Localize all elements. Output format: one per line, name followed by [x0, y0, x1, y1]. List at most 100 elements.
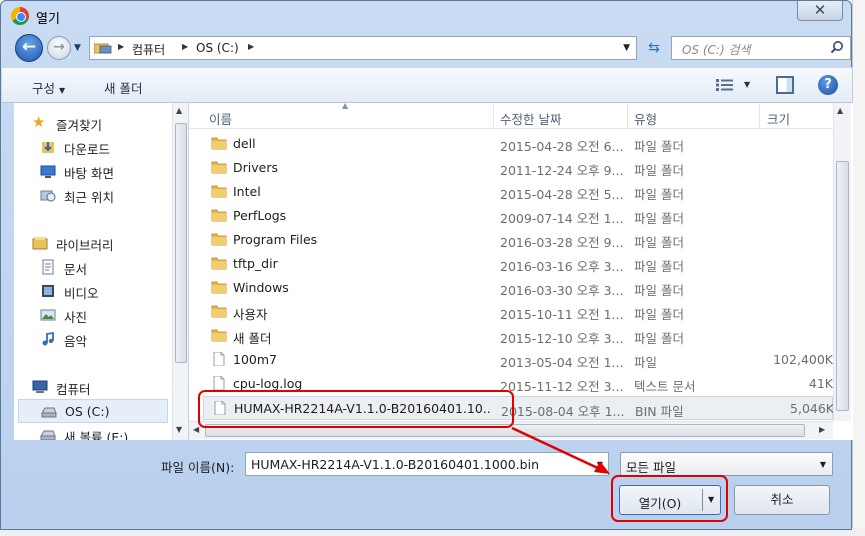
new-folder-button[interactable]: 새 폴더 — [104, 78, 142, 97]
file-row[interactable]: Windows 2016-03-30 오후 3... 파일 폴더 — [203, 276, 833, 300]
nav-item-documents[interactable]: 문서 — [40, 255, 186, 279]
nav-item-label: OS (C:) — [65, 404, 110, 419]
breadcrumb-arrow-icon[interactable]: ▶ — [118, 42, 124, 51]
folder-icon — [211, 161, 227, 174]
file-row[interactable]: 100m7 2013-05-04 오전 1... 파일 102,400K — [203, 348, 833, 372]
breadcrumb-drive-c[interactable]: OS (C:) — [196, 41, 239, 55]
forward-button[interactable]: → — [47, 36, 71, 60]
column-type[interactable]: 유형 — [634, 109, 657, 128]
file-date: 2015-10-11 오전 1... — [500, 307, 624, 322]
nav-item-desktop[interactable]: 바탕 화면 — [40, 159, 186, 183]
file-name: dell — [233, 136, 256, 151]
nav-item-downloads[interactable]: 다운로드 — [40, 135, 186, 159]
file-type: 파일 폴더 — [634, 331, 684, 346]
navigation-pane: ★ 즐겨찾기 다운로드 바탕 화면 최근 위치 라이브러리 문서 비디오 사진 … — [14, 103, 187, 440]
filename-dropdown-icon[interactable]: ▼ — [597, 460, 603, 469]
nav-libraries[interactable]: 라이브러리 — [32, 231, 186, 255]
file-row[interactable]: 새 폴더 2015-12-10 오후 3... 파일 폴더 — [203, 324, 833, 348]
filetype-select[interactable]: 모든 파일 ▼ — [620, 452, 833, 476]
vertical-scroll-thumb[interactable] — [836, 161, 849, 411]
organize-button[interactable]: 구성 ▼ — [32, 78, 65, 97]
scroll-up-icon[interactable]: ▲ — [837, 106, 843, 115]
recent-pages-dropdown-icon[interactable]: ▼ — [74, 43, 81, 53]
file-name: 새 폴더 — [233, 331, 272, 346]
folder-icon — [211, 185, 227, 198]
nav-pane-scrollbar[interactable]: ▲ ▼ — [172, 103, 188, 440]
videos-icon — [42, 285, 54, 297]
file-row[interactable]: tftp_dir 2016-03-16 오후 3... 파일 폴더 — [203, 252, 833, 276]
breadcrumb-arrow-icon[interactable]: ▶ — [248, 42, 254, 51]
filename-input[interactable]: HUMAX-HR2214A-V1.1.0-B20160401.1000.bin … — [245, 452, 609, 476]
folder-icon — [211, 281, 227, 294]
file-date: 2015-08-04 오후 1... — [501, 404, 625, 419]
column-name[interactable]: 이름 — [209, 109, 232, 128]
search-input[interactable]: OS (C:) 검색 — [671, 36, 851, 60]
file-type: 텍스트 문서 — [634, 379, 696, 394]
nav-computer[interactable]: 컴퓨터 — [32, 375, 186, 399]
file-date: 2016-03-28 오전 9... — [500, 235, 624, 250]
nav-item-drive-c[interactable]: OS (C:) — [18, 399, 168, 423]
breadcrumb-computer[interactable]: 컴퓨터 — [132, 41, 165, 58]
back-button[interactable]: ← — [15, 34, 43, 62]
file-row[interactable]: Program Files 2016-03-28 오전 9... 파일 폴더 — [203, 228, 833, 252]
nav-favorites[interactable]: ★ 즐겨찾기 — [32, 111, 186, 135]
nav-scroll-thumb[interactable] — [175, 123, 187, 363]
chevron-down-icon: ▼ — [59, 86, 66, 95]
nav-libraries-label: 라이브러리 — [56, 238, 114, 253]
column-date[interactable]: 수정한 날짜 — [500, 109, 561, 128]
pictures-icon — [40, 309, 56, 321]
column-divider[interactable] — [759, 103, 760, 129]
file-row[interactable]: 사용자 2015-10-11 오전 1... 파일 폴더 — [203, 300, 833, 324]
scroll-right-icon[interactable]: ▶ — [819, 425, 825, 434]
refresh-icon[interactable]: ⇆ — [641, 37, 667, 59]
nav-item-music[interactable]: 음악 — [40, 327, 186, 351]
computer-icon — [32, 380, 48, 393]
nav-item-label: 새 볼륨 (E:) — [64, 430, 129, 440]
nav-item-videos[interactable]: 비디오 — [40, 279, 186, 303]
file-row[interactable]: Drivers 2011-12-24 오후 9... 파일 폴더 — [203, 156, 833, 180]
cancel-button[interactable]: 취소 — [734, 485, 830, 515]
file-row[interactable]: PerfLogs 2009-07-14 오전 1... 파일 폴더 — [203, 204, 833, 228]
file-date: 2015-12-10 오후 3... — [500, 331, 624, 346]
file-type: 파일 — [634, 355, 658, 370]
file-type: 파일 폴더 — [634, 307, 684, 322]
column-header-row: ▲ 이름 수정한 날짜 유형 크기 — [189, 101, 834, 129]
file-icon — [213, 352, 225, 366]
column-size[interactable]: 크기 — [767, 109, 790, 128]
scroll-up-icon[interactable]: ▲ — [176, 106, 182, 115]
column-divider[interactable] — [493, 103, 494, 129]
view-options-icon[interactable] — [716, 78, 734, 92]
preview-pane-icon[interactable] — [776, 76, 794, 94]
search-icon[interactable] — [830, 40, 844, 54]
file-icon — [213, 376, 225, 390]
nav-item-recent-places[interactable]: 최근 위치 — [40, 183, 186, 207]
nav-item-label: 다운로드 — [64, 142, 111, 157]
view-dropdown-icon[interactable]: ▼ — [744, 80, 750, 89]
file-name: Intel — [233, 184, 261, 199]
breadcrumb-arrow-icon[interactable]: ▶ — [182, 42, 188, 51]
help-icon[interactable]: ? — [818, 75, 838, 95]
nav-item-drive-e[interactable]: 새 볼륨 (E:) — [40, 423, 186, 440]
folder-icon — [211, 329, 227, 342]
music-icon — [42, 331, 54, 346]
file-row[interactable]: dell 2015-04-28 오전 6... 파일 폴더 — [203, 132, 833, 156]
file-size: 41K — [808, 376, 833, 391]
nav-item-label: 사진 — [64, 310, 88, 325]
file-list-vertical-scrollbar[interactable]: ▲ — [833, 103, 851, 421]
close-button[interactable]: ✕ — [797, 1, 843, 21]
command-bar: 구성 ▼ 새 폴더 ▼ ? — [2, 67, 852, 103]
scroll-down-icon[interactable]: ▼ — [176, 425, 182, 434]
file-name: tftp_dir — [233, 256, 278, 271]
file-type: 파일 폴더 — [634, 235, 684, 250]
nav-item-label: 비디오 — [64, 286, 99, 301]
column-divider[interactable] — [627, 103, 628, 129]
open-file-dialog: 열기 ✕ ← → ▼ ▶ 컴퓨터 ▶ OS (C:) ▶ ▼ ⇆ OS (C:)… — [0, 0, 853, 530]
scroll-left-icon[interactable]: ◀ — [193, 425, 199, 434]
file-row[interactable]: Intel 2015-04-28 오전 5... 파일 폴더 — [203, 180, 833, 204]
address-dropdown-icon[interactable]: ▼ — [623, 43, 630, 53]
nav-item-pictures[interactable]: 사진 — [40, 303, 186, 327]
window-title: 열기 — [36, 12, 60, 27]
filename-label: 파일 이름(N): — [161, 460, 235, 475]
file-type: 파일 폴더 — [634, 187, 684, 202]
address-bar[interactable]: ▶ 컴퓨터 ▶ OS (C:) ▶ ▼ — [89, 36, 637, 60]
